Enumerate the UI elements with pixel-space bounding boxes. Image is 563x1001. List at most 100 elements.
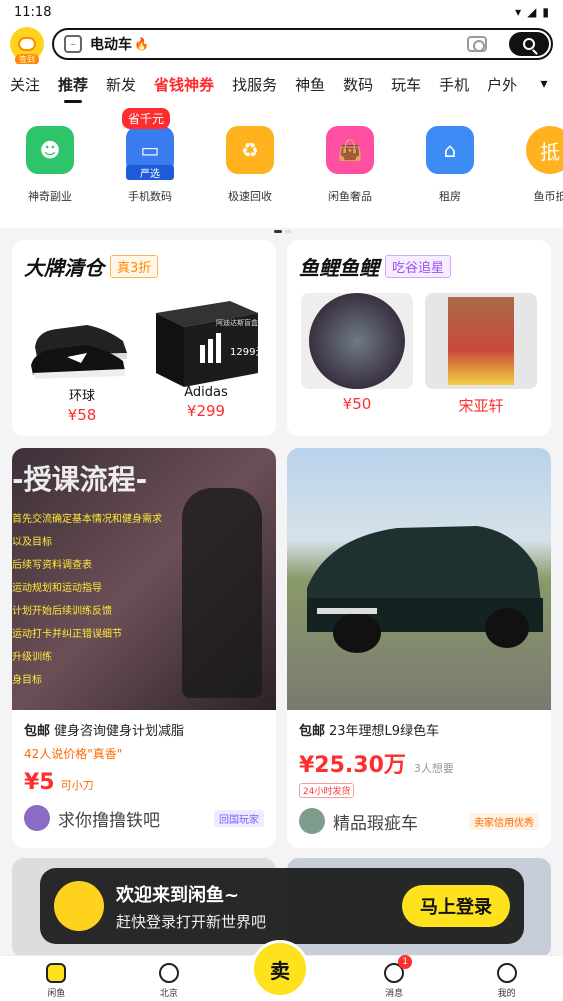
home-icon (46, 963, 67, 983)
feed-card[interactable]: 包邮 23年理想L9绿色车 ¥25.30万 3人想要 24小时发货 精品瑕疵车 卖… (287, 448, 551, 848)
seller-badge: 回国玩家 (214, 809, 264, 827)
promo-item-sneakers[interactable]: 环球 ¥58 (24, 293, 140, 424)
house-icon: ⌂ (426, 126, 474, 174)
avatar[interactable] (299, 808, 325, 834)
promo-item-price: ¥58 (67, 406, 97, 424)
sell-button[interactable]: 卖 (251, 940, 309, 998)
quick-entry-recycle[interactable]: ♻ 极速回收 (200, 126, 300, 228)
sneakers-image (26, 293, 138, 389)
checkin-logo-button[interactable]: 签到 (10, 27, 44, 65)
feed-title: 包邮 健身咨询健身计划减脂 (24, 720, 264, 739)
quick-entry-label: 闲鱼奢品 (328, 190, 372, 203)
search-icon (523, 38, 535, 50)
search-input[interactable]: – 电动车 🔥 (52, 28, 553, 60)
tab-outdoor[interactable]: 户外 (487, 74, 517, 95)
avatar[interactable] (24, 805, 50, 831)
category-tabs: 关注 推荐 新发 省钱神券 找服务 神鱼 数码 玩车 手机 户外 县 ▾ (0, 64, 563, 104)
tab-services[interactable]: 找服务 (232, 74, 277, 95)
promo-card-clearance[interactable]: 大牌清仓 真3折 环球 ¥58 阿迪达斯盲盒 1299元 Adidas ¥299 (12, 240, 276, 436)
feed-title-text: 健身咨询健身计划减脂 (54, 724, 185, 739)
feed-title-text: 23年理想L9绿色车 (329, 724, 440, 739)
promo-title: 鱼鲤鱼鲤 (299, 256, 379, 280)
seller-name[interactable]: 精品瑕疵车 (333, 809, 469, 834)
tab-coupons[interactable]: 省钱神券 (154, 74, 214, 95)
nav-label: 闲鱼 (47, 989, 66, 999)
quick-entry-coins[interactable]: 抵 鱼币抵 (500, 126, 563, 228)
tab-cars[interactable]: 玩车 (391, 74, 421, 95)
seller-name[interactable]: 求你撸撸铁吧 (58, 806, 214, 831)
tab-shenyu[interactable]: 神鱼 (295, 74, 325, 95)
anime-badge-image (301, 293, 413, 389)
promo-title: 大牌清仓 (24, 256, 104, 280)
quick-entry-luxury[interactable]: 👜 闲鱼奢品 (300, 126, 400, 228)
feed-card[interactable]: -授课流程- 首先交流确定基本情况和健身需求以及目标 后续写资料调查表 运动规划… (12, 448, 276, 848)
tab-phones[interactable]: 手机 (439, 74, 469, 95)
banner-title: 欢迎来到闲鱼~ (116, 884, 240, 906)
quick-entry-label: 鱼币抵 (533, 190, 563, 203)
idol-photo-image (425, 293, 537, 389)
promo-item-badge[interactable]: ¥50 (299, 293, 415, 416)
nav-home[interactable]: 闲鱼 (26, 963, 86, 999)
profile-icon (496, 963, 517, 983)
promo-item-name: 环球 (68, 389, 95, 404)
quick-entry-phones[interactable]: 省千元 ▭ 严选 手机数码 (100, 108, 200, 228)
promo-item-price: ¥299 (186, 402, 226, 420)
tab-following[interactable]: 关注 (10, 74, 40, 95)
search-row: 签到 – 电动车 🔥 (0, 24, 563, 65)
image-line: 后续写资料调查表 (12, 560, 92, 571)
login-banner: 欢迎来到闲鱼~ 赶快登录打开新世界吧 马上登录 (40, 868, 524, 944)
image-line: 运动规划和运动指导 (12, 583, 102, 594)
quick-entry-rent[interactable]: ⌂ 租房 (400, 126, 500, 228)
image-line: 升级训练 (12, 652, 52, 663)
free-shipping-label: 包邮 (299, 724, 326, 739)
quick-entry-row: ☻ 神奇副业 省千元 ▭ 严选 手机数码 ♻ 极速回收 👜 闲鱼奢品 ⌂ 租房 … (0, 104, 563, 228)
promo-tag: 吃谷追星 (385, 255, 452, 278)
promo-item-price: ¥50 (342, 395, 372, 413)
image-line: 运动打卡并纠正错误细节 (12, 629, 122, 640)
image-line: 计划开始后续训练反馈 (12, 606, 112, 617)
quick-entry-label: 租房 (439, 190, 461, 203)
fitness-photo: -授课流程- 首先交流确定基本情况和健身需求以及目标 后续写资料调查表 运动规划… (12, 448, 276, 710)
seller-badge: 卖家信用优秀 (469, 812, 539, 830)
image-caption: -授课流程- (12, 463, 148, 496)
carousel-dots (274, 230, 291, 233)
quick-entry-label: 极速回收 (228, 190, 272, 203)
adidas-box-image: 阿迪达斯盲盒 1299元 (150, 293, 262, 389)
tab-new[interactable]: 新发 (106, 74, 136, 95)
scan-icon[interactable]: – (64, 35, 82, 53)
feed-subtitle: 42人说价格"真香" (24, 747, 123, 761)
image-line: 首先交流确定基本情况和健身需求以及目标 (12, 514, 162, 548)
quick-entry-label: 手机数码 (128, 190, 172, 203)
savings-badge: 省千元 (122, 108, 171, 129)
want-count: 3人想要 (413, 762, 454, 775)
nav-messages[interactable]: 1 消息 (364, 955, 424, 999)
banner-subtitle: 赶快登录打开新世界吧 (116, 912, 267, 931)
id-badge-icon: ☻ (26, 126, 74, 174)
promo-item-name: Adidas (184, 385, 228, 400)
status-bar: 11:18 ▾ ◢ ▮ (0, 0, 563, 24)
status-icons: ▾ ◢ ▮ (515, 5, 549, 19)
wifi-icon: ▾ (515, 5, 522, 19)
login-button[interactable]: 马上登录 (402, 885, 510, 927)
hot-flame-icon: 🔥 (134, 37, 149, 51)
promo-card-fandom[interactable]: 鱼鲤鱼鲤 吃谷追星 ¥50 宋亚轩 (287, 240, 551, 436)
feed-price: ¥5 (24, 770, 55, 795)
status-time: 11:18 (14, 4, 52, 20)
nav-city[interactable]: 北京 (139, 963, 199, 999)
tab-digital[interactable]: 数码 (343, 74, 373, 95)
camera-icon[interactable] (467, 36, 487, 52)
promo-item-price: 宋亚轩 (458, 397, 504, 415)
shipping-tag: 24小时发货 (299, 783, 355, 798)
quick-entry-side-job[interactable]: ☻ 神奇副业 (0, 126, 100, 228)
nav-label: 北京 (159, 989, 178, 999)
promo-item-idol[interactable]: 宋亚轩 (423, 293, 539, 416)
tab-recommended[interactable]: 推荐 (58, 74, 88, 103)
chevron-down-icon[interactable]: ▾ (525, 64, 563, 104)
promo-item-adidas[interactable]: 阿迪达斯盲盒 1299元 Adidas ¥299 (148, 293, 264, 424)
feed-title: 包邮 23年理想L9绿色车 (299, 720, 539, 739)
nav-profile[interactable]: 我的 (477, 963, 537, 999)
bargain-label: 可小刀 (60, 779, 94, 792)
image-line: 身目标 (12, 675, 42, 686)
search-button[interactable] (509, 32, 549, 56)
battery-icon: ▮ (542, 5, 549, 19)
